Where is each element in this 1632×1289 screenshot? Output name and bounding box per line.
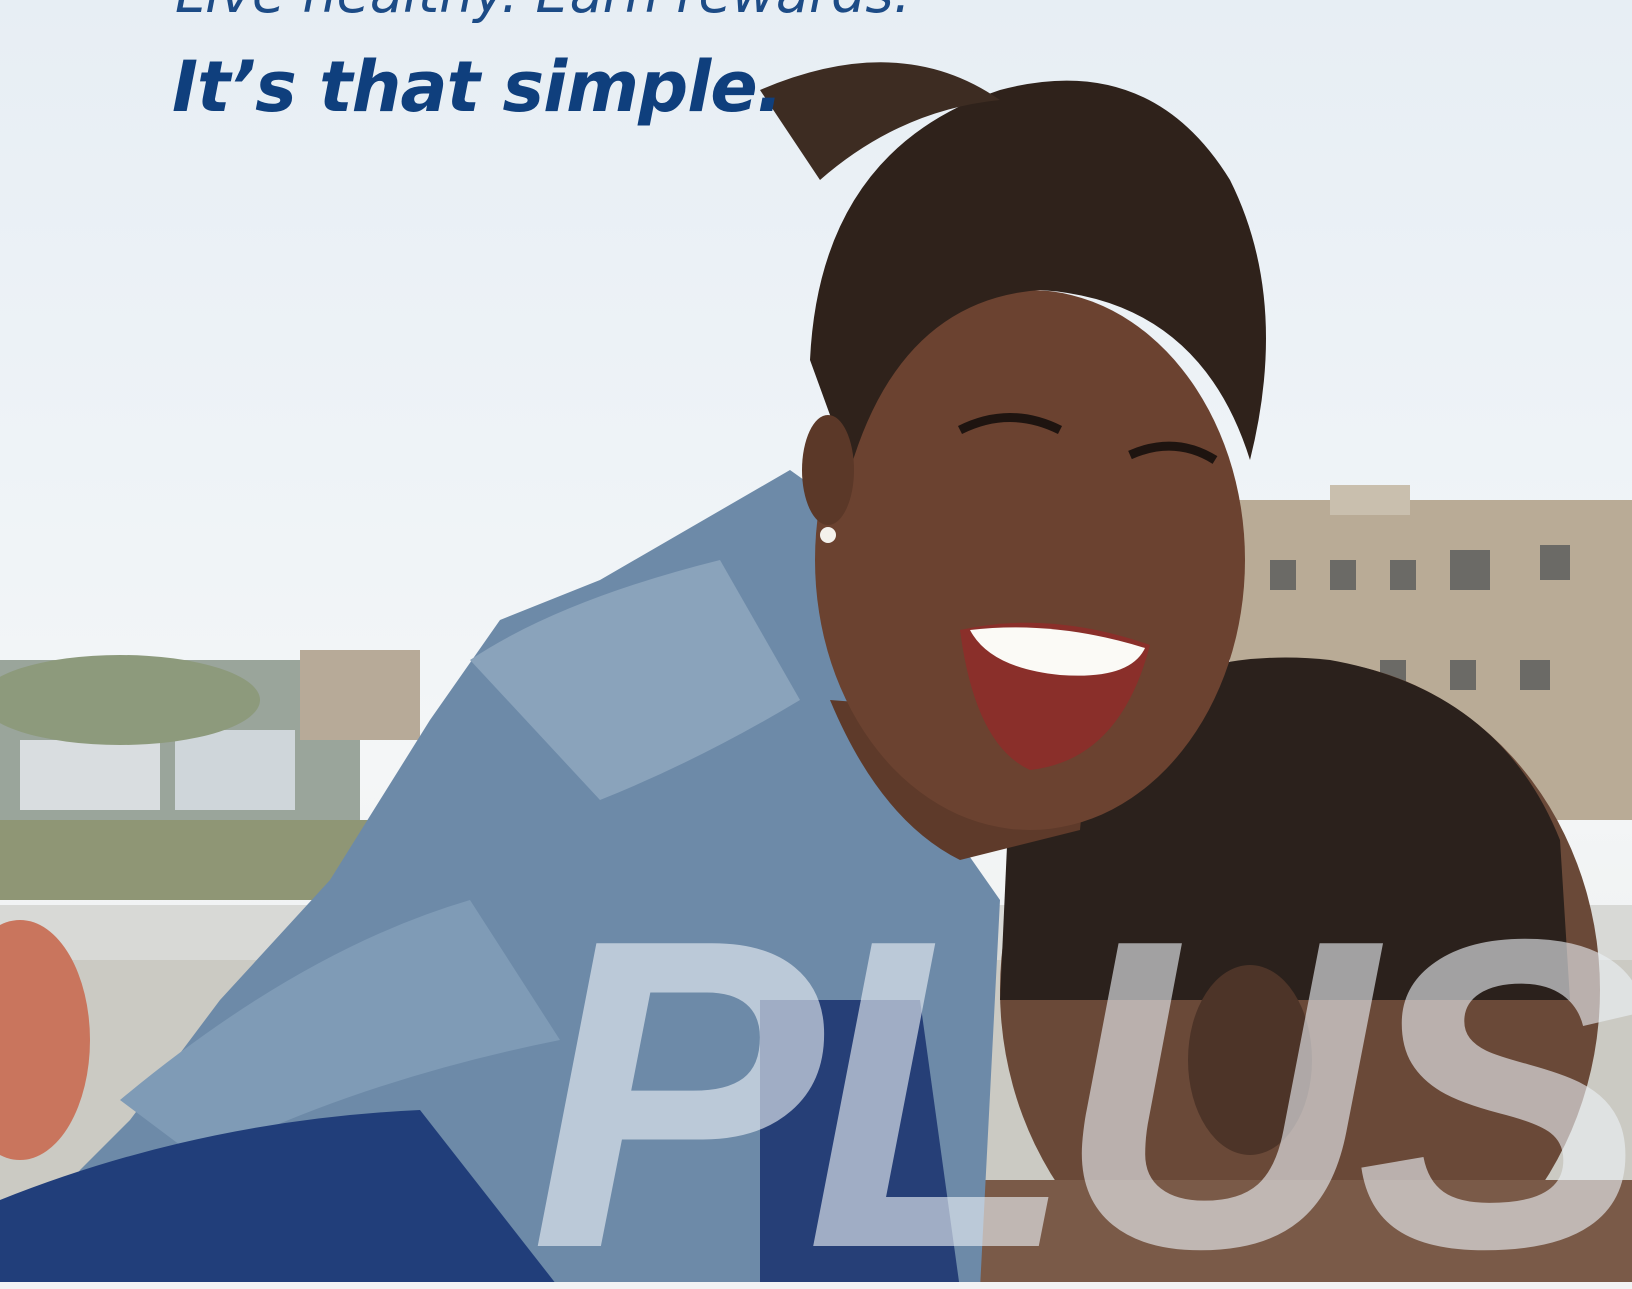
headline-text: It’s that simple. [172, 46, 783, 128]
hero-banner: Live healthy. Earn rewards. It’s that si… [0, 0, 1632, 1289]
plus-watermark: PLUS [530, 849, 1632, 1289]
tagline-text: Live healthy. Earn rewards. [175, 0, 911, 25]
bottom-edge [0, 1282, 1632, 1289]
